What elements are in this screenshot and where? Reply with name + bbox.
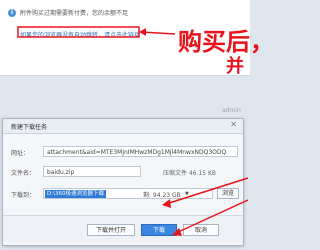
dialog-title: 新建下载任务 [11, 124, 48, 131]
url-row: 网址： attachment&aid=MTE3MjnIMHwzMDg1Mjl4M… [3, 145, 243, 159]
browse-button[interactable]: 浏览 [217, 188, 239, 199]
available-space: 剩: 94.23 GB [143, 192, 181, 199]
url-field[interactable]: attachment&aid=MTE3MjnIMHwzMDg1Mjl4MnwxN… [43, 146, 238, 157]
user-label: admin [222, 107, 241, 114]
url-label: 网址： [11, 150, 30, 157]
download-path-value: D:\360极速浏览器下载 [45, 190, 106, 198]
cancel-button[interactable]: 取消 [183, 224, 219, 236]
filename-label: 文件名： [11, 170, 36, 177]
new-download-dialog: 新建下载任务 ✕ 网址： attachment&aid=MTE3MjnIMHwz… [2, 118, 244, 246]
chevron-down-icon[interactable]: ▼ [185, 191, 189, 197]
info-icon: i [8, 9, 16, 17]
download-to-label: 下载到： [11, 192, 36, 199]
dialog-footer: 下载并打开 下载 取消 [3, 215, 243, 242]
filename-field[interactable]: baidu.zip [43, 166, 141, 177]
redirect-link[interactable]: 如果您的浏览器没有自动跳转，请点击此链接 [20, 30, 140, 39]
file-size: 压缩文件 46.15 KB [163, 170, 217, 177]
download-and-open-button[interactable]: 下载并打开 [87, 224, 135, 236]
overlay-caption-continued: 并 [226, 56, 244, 77]
close-icon[interactable]: ✕ [230, 121, 237, 129]
download-button[interactable]: 下载 [141, 224, 177, 236]
notice-message: 附件购买过期需要新付费，您的余额不足 [20, 10, 129, 17]
download-path-row: 下载到： D:\360极速浏览器下载 剩: 94.23 GB ▼ 浏览 [3, 187, 243, 201]
filename-row: 文件名： baidu.zip 压缩文件 46.15 KB [3, 165, 243, 179]
